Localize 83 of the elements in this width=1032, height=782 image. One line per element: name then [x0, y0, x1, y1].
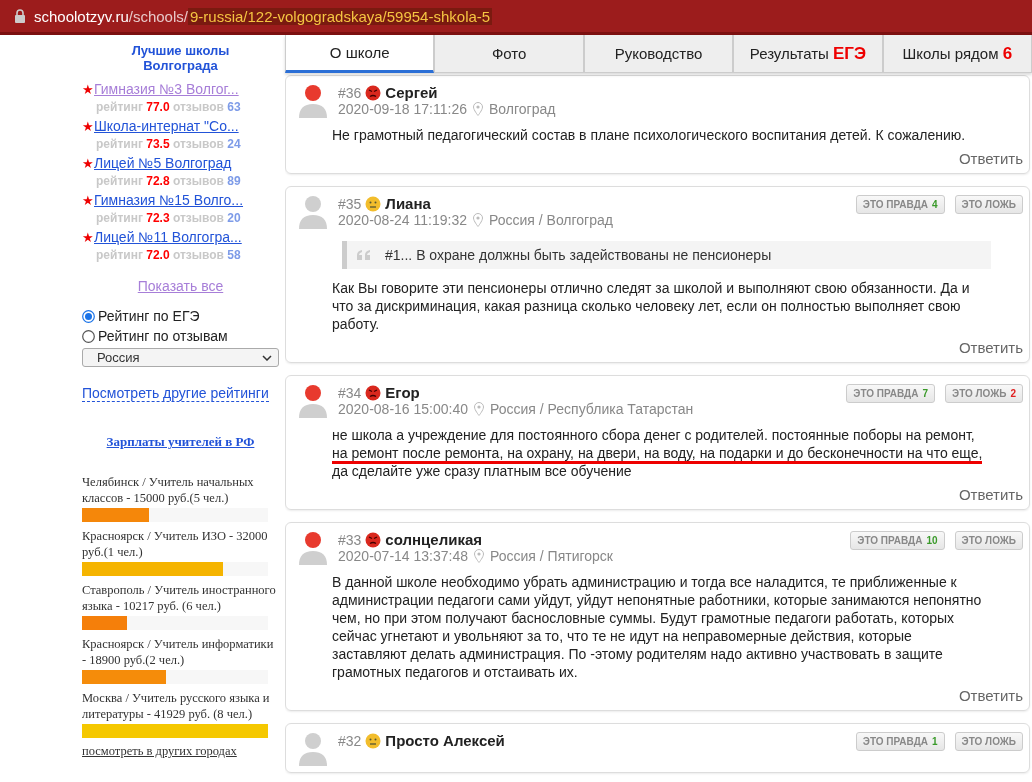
review-location: Россия / Пятигорск: [490, 548, 613, 564]
review-number: #33: [338, 531, 362, 548]
quote-icon: [357, 250, 371, 260]
lock-icon: [14, 9, 26, 23]
true-vote-button[interactable]: ЭТО ПРАВДА 1: [855, 732, 945, 751]
review-text: В данной школе необходимо убрать администрацию и тогда все наладится, те приближенные к администрации педагоги сами уйдут, уйдут непонятные работники, которые занимаются непонятно чем, но при этом получают баснословные суммы. Будут грамотные педагоги работать, которых сейчас угнетают и увольняют за то, что те не идут на неправомерные действия, которые заставляют делать администрация. По -этому родителям надо активно участвовать в защите грамотных педагогов и отстаивать их.: [332, 573, 983, 681]
tab[interactable]: Школы рядом 6: [882, 35, 1032, 73]
radio-button[interactable]: [82, 309, 95, 323]
address-bar[interactable]: schoolotzyv.ru/schools/9-russia/122-volgogradskaya/59954-shkola-5: [0, 0, 1032, 35]
neutral-face-icon: [365, 195, 382, 212]
salary-text: Ставрополь / Учитель иностранного языка - 10217 руб. (6 чел.): [82, 582, 277, 614]
reply-link[interactable]: Ответить: [958, 150, 1023, 167]
review-number: #35: [338, 195, 362, 212]
avatar-icon: [298, 732, 328, 766]
author-name: Сергей: [385, 84, 438, 101]
true-vote-button[interactable]: ЭТО ПРАВДА 7: [846, 384, 935, 403]
review-date: 2020-09-18 17:11:26: [338, 101, 467, 117]
author-name: Лиана: [385, 195, 431, 212]
radio-label: Рейтинг по отзывам: [98, 328, 228, 344]
avatar-icon: [298, 531, 328, 565]
salary-text: Москва / Учитель русского языка и литературы - 41929 руб. (8 чел.): [82, 690, 271, 722]
star-icon: ★: [82, 82, 94, 97]
review-number: #32: [338, 732, 362, 749]
salary-text: Красноярск / Учитель информатики - 18900 руб.(2 чел.): [82, 636, 275, 668]
star-icon: ★: [82, 230, 94, 245]
school-link[interactable]: Гимназия №15 Волго...: [94, 192, 244, 208]
more-cities-link[interactable]: посмотреть в других городах: [82, 744, 279, 759]
location-pin-icon: [474, 402, 484, 416]
show-all-link[interactable]: Показать все: [137, 278, 224, 294]
angry-face-icon: [365, 84, 382, 101]
school-link[interactable]: Лицей №11 Волгогра...: [94, 229, 242, 245]
review-date: 2020-08-24 11:19:32: [338, 212, 467, 228]
radio-label: Рейтинг по ЕГЭ: [98, 308, 200, 324]
location-pin-icon: [472, 213, 483, 227]
chevron-down-icon: [262, 354, 272, 361]
false-vote-button[interactable]: ЭТО ЛОЖЬ 2: [945, 384, 1023, 403]
school-link[interactable]: Лицей №5 Волгоград: [94, 155, 232, 171]
tab[interactable]: Руководство: [583, 35, 734, 73]
location-pin-icon: [474, 549, 484, 563]
salary-text: Красноярск / Учитель ИЗО - 32000 руб.(1 чел.): [82, 528, 269, 560]
url-text: schoolotzyv.ru/schools/9-russia/122-volgogradskaya/59954-shkola-5: [34, 7, 493, 25]
review-text: не школа а учреждение для постоянного сбора денег с родителей. постоянные поборы на ремонт, на ремонт после ремонта, на охрану, на двери, на воду, на подарки и до бесконечности на что еще, да сделайте уже сразу платным все обучение: [332, 426, 983, 480]
star-icon: ★: [82, 193, 94, 208]
review-location: Россия / Волгоград: [488, 212, 613, 228]
true-vote-button[interactable]: ЭТО ПРАВДА 4: [855, 195, 945, 214]
avatar-icon: [298, 195, 328, 229]
review-text: Не грамотный педагогический состав в плане психологического воспитания детей. К сожалению.: [332, 126, 967, 144]
review-text: Как Вы говорите эти пенсионеры отлично следят за школой и выполняют свою обязанности. Да и что за дискриминация, какая разница сколько человеку лет, если он полностью выполняет свою работу.: [332, 279, 971, 333]
tab[interactable]: Результаты ЕГЭ: [733, 35, 883, 73]
false-vote-button[interactable]: ЭТО ЛОЖЬ: [954, 195, 1023, 214]
reply-link[interactable]: Ответить: [958, 687, 1023, 704]
neutral-face-icon: [365, 732, 382, 749]
review-location: Россия / Республика Татарстан: [490, 401, 694, 417]
author-name: Егор: [385, 384, 420, 401]
sidebar-title: Лучшие школы Волгограда: [130, 43, 231, 73]
region-select[interactable]: Россия: [82, 348, 279, 367]
avatar-icon: [298, 84, 328, 118]
salary-text: Челябинск / Учитель начальных классов - 15000 руб.(5 чел.): [82, 474, 255, 506]
reply-link[interactable]: Ответить: [958, 339, 1023, 356]
location-pin-icon: [472, 102, 483, 116]
other-ratings-link[interactable]: Посмотреть другие рейтинги: [82, 385, 269, 402]
tab[interactable]: Фото: [434, 35, 584, 73]
salaries-title-link[interactable]: Зарплаты учителей в РФ: [106, 434, 255, 450]
quote-text: #1... В охране должны быть задействованы не пенсионеры: [385, 247, 772, 263]
author-name: Просто Алексей: [385, 732, 505, 749]
angry-face-icon: [365, 531, 382, 548]
false-vote-button[interactable]: ЭТО ЛОЖЬ: [954, 531, 1023, 550]
radio-button[interactable]: [82, 329, 95, 343]
review-date: 2020-07-14 13:37:48: [338, 548, 468, 564]
angry-face-icon: [365, 384, 382, 401]
author-name: солнцеликая: [385, 531, 482, 548]
star-icon: ★: [82, 119, 94, 134]
review-location: Волгоград: [488, 101, 556, 117]
school-link[interactable]: Гимназия №3 Волгог...: [94, 81, 239, 97]
reply-link[interactable]: Ответить: [958, 486, 1023, 503]
avatar-icon: [298, 384, 328, 418]
review-number: #34: [338, 384, 362, 401]
false-vote-button[interactable]: ЭТО ЛОЖЬ: [954, 732, 1023, 751]
school-link[interactable]: Школа-интернат "Со...: [94, 118, 239, 134]
tab[interactable]: О школе: [285, 35, 435, 73]
review-date: 2020-08-16 15:00:40: [338, 401, 468, 417]
review-number: #36: [338, 84, 362, 101]
star-icon: ★: [82, 156, 94, 171]
